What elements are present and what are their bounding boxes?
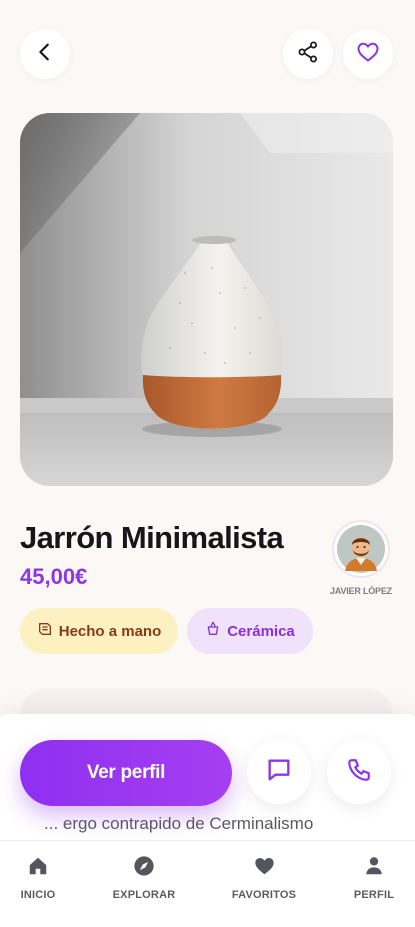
heart-icon — [253, 855, 276, 882]
nav-item-favorites[interactable]: FAVORITOS — [226, 855, 302, 901]
description-text: ... ergo contrapido de Cerminalismo — [44, 814, 314, 833]
product-title: Jarrón Minimalista — [20, 520, 284, 555]
handmade-icon — [37, 621, 53, 641]
tag-ceramic-label: Cerámica — [227, 622, 295, 640]
share-button[interactable] — [283, 29, 333, 79]
product-image — [20, 113, 393, 486]
back-button[interactable] — [20, 29, 70, 79]
nav-label-explore: EXPLORAR — [112, 889, 176, 901]
chevron-left-icon — [34, 41, 56, 68]
nav-label-home: INICIO — [20, 889, 56, 901]
nav-item-explore[interactable]: EXPLORAR — [106, 855, 182, 901]
nav-label-profile: PERFIL — [353, 889, 395, 901]
compass-icon — [133, 855, 155, 882]
chat-button[interactable] — [247, 740, 311, 804]
home-icon — [27, 855, 49, 882]
pottery-icon — [205, 621, 221, 641]
tag-ceramic[interactable]: Cerámica — [187, 608, 313, 654]
nav-item-home[interactable]: INICIO — [14, 855, 62, 901]
view-profile-button[interactable]: Ver perfil — [20, 740, 232, 806]
nav-label-favorites: FAVORITOS — [231, 889, 297, 901]
share-icon — [296, 40, 320, 69]
product-price: 45,00€ — [20, 564, 88, 589]
seller-profile[interactable]: JAVIER LÓPEZ — [326, 520, 396, 596]
phone-icon — [346, 757, 372, 788]
call-button[interactable] — [327, 740, 391, 804]
chat-icon — [265, 756, 293, 789]
bottom-nav: INICIO EXPLORAR FAVORITOS PERFIL — [0, 840, 415, 927]
tag-handmade-label: Hecho a mano — [58, 622, 162, 640]
favorite-button[interactable] — [343, 29, 393, 79]
user-icon — [363, 855, 385, 882]
heart-outline-icon — [356, 40, 380, 69]
seller-name: JAVIER LÓPEZ — [330, 586, 392, 596]
tag-handmade[interactable]: Hecho a mano — [20, 608, 178, 654]
avatar[interactable] — [332, 520, 390, 578]
nav-item-profile[interactable]: PERFIL — [346, 855, 402, 901]
